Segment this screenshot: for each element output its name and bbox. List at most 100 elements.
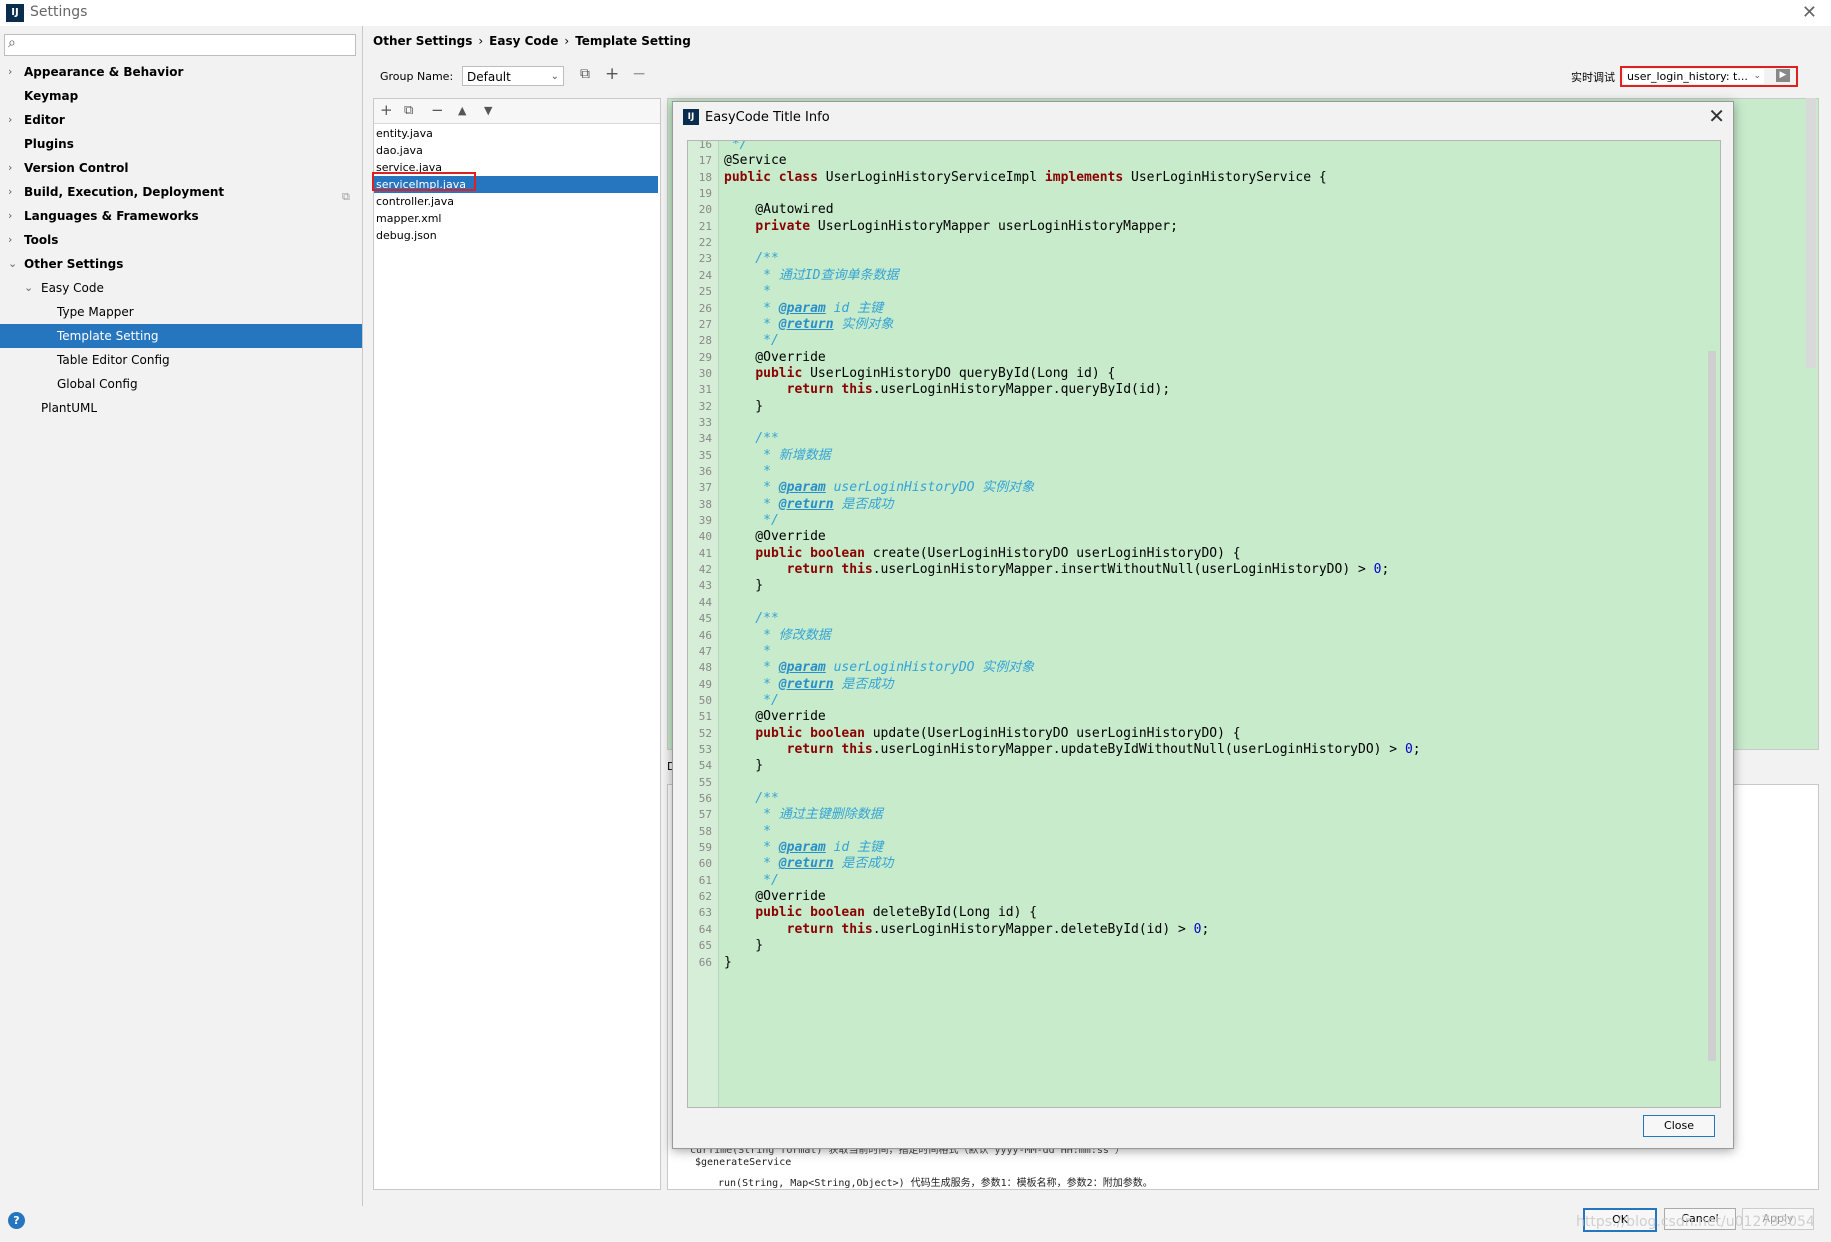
template-file-item[interactable]: controller.java (374, 193, 658, 210)
breadcrumb-separator: › (478, 34, 484, 48)
group-name-select[interactable]: Default ⌄ (462, 66, 564, 86)
chevron-down-icon: ⌄ (1753, 71, 1761, 81)
breadcrumb-other-settings[interactable]: Other Settings (373, 34, 472, 48)
sidebar-item[interactable]: PlantUML (0, 396, 362, 420)
sidebar-item-label: Build, Execution, Deployment (24, 185, 225, 199)
template-file-list: + ⧉ − ▲ ▼ entity.java dao.java service.jav… (373, 98, 661, 1190)
sidebar-item[interactable]: Table Editor Config (0, 348, 362, 372)
description-line: run(String, Map<String,Object>) 代码生成服务，参… (718, 1178, 1153, 1189)
sidebar-item[interactable]: Template Setting (0, 324, 362, 348)
add-template-icon[interactable]: + (380, 101, 393, 119)
group-name-label: Group Name: (380, 70, 454, 83)
code-line: return this.userLoginHistoryMapper.query… (786, 382, 1171, 398)
sidebar-item-label: Table Editor Config (57, 353, 170, 367)
search-icon: ⌕ (8, 35, 16, 51)
chevron-right-icon[interactable]: › (8, 60, 12, 84)
sidebar-item[interactable]: Global Config (0, 372, 362, 396)
code-line: return this.userLoginHistoryMapper.delet… (786, 921, 1210, 937)
code-line: } (724, 578, 764, 594)
editor-scrollbar[interactable] (1806, 98, 1816, 368)
sidebar-item[interactable]: Keymap (0, 84, 362, 108)
window-title-bar: IJ Settings ✕ (0, 0, 1831, 26)
chevron-right-icon[interactable]: › (8, 180, 12, 204)
description-line: $generateService (695, 1157, 792, 1168)
file-list-toolbar: + ⧉ − ▲ ▼ (374, 99, 660, 124)
chevron-down-icon[interactable]: ⌄ (24, 276, 33, 300)
dialog-title: EasyCode Title Info (705, 110, 830, 125)
sidebar-item-label: Version Control (24, 161, 129, 175)
add-group-icon[interactable]: + (605, 64, 619, 84)
sidebar-item-label: Appearance & Behavior (24, 65, 184, 79)
sidebar-item[interactable]: ⌄ Easy Code (0, 276, 362, 300)
chevron-right-icon[interactable]: › (8, 228, 12, 252)
sidebar-item[interactable]: › Appearance & Behavior (0, 60, 362, 84)
intellij-app-icon: IJ (6, 4, 24, 22)
easycode-title-info-dialog: IJ EasyCode Title Info ✕ 16 17 18 19 20 21 22 2… (672, 101, 1734, 1149)
settings-search-input[interactable]: ⌕ (4, 34, 356, 56)
template-file-item[interactable]: debug.json (374, 227, 658, 244)
copy-template-icon[interactable]: ⧉ (404, 103, 413, 118)
settings-sidebar: ⌕ › Appearance & Behavior Keymap › Editor Plu… (0, 26, 363, 1206)
sidebar-item[interactable]: › Build, Execution, Deployment (0, 180, 362, 204)
sidebar-item-label: Type Mapper (57, 305, 134, 319)
sidebar-item[interactable]: › Languages & Frameworks (0, 204, 362, 228)
sidebar-item[interactable]: Plugins (0, 132, 362, 156)
code-preview[interactable]: 16 17 18 19 20 21 22 23 24 25 26 27 28 29 30 31 32 33 34 35… (687, 140, 1721, 1108)
window-title: Settings (30, 4, 88, 20)
code-line: } (724, 954, 732, 970)
chevron-down-icon[interactable]: ⌄ (8, 252, 17, 276)
sidebar-item[interactable]: ⌄ Other Settings (0, 252, 362, 276)
sidebar-item-label: PlantUML (41, 401, 98, 415)
sidebar-item-label: Template Setting (57, 329, 159, 343)
code-line: public class UserLoginHistoryServiceImpl… (724, 169, 1327, 185)
project-level-icon: ⧉ (342, 190, 350, 203)
sidebar-item-label: Plugins (24, 137, 74, 151)
remove-template-icon[interactable]: − (431, 101, 444, 119)
watermark: https://blog.csdn.net/u012733054 (1576, 1214, 1815, 1230)
line-number: 66 (698, 955, 712, 969)
sidebar-item-label: Global Config (57, 377, 138, 391)
realtime-debug-value: user_login_history: t... (1627, 70, 1748, 83)
dialog-close-icon[interactable]: ✕ (1708, 104, 1725, 128)
template-file-item[interactable]: entity.java (374, 125, 658, 142)
group-name-value: Default (467, 70, 511, 84)
template-file-item[interactable]: dao.java (374, 142, 658, 159)
sidebar-item[interactable]: › Editor (0, 108, 362, 132)
sidebar-item-label: Other Settings (24, 257, 124, 271)
template-file-item[interactable]: mapper.xml (374, 210, 658, 227)
window-close-icon[interactable]: ✕ (1802, 2, 1817, 23)
move-up-icon[interactable]: ▲ (458, 104, 466, 117)
sidebar-item-label: Keymap (24, 89, 79, 103)
copy-group-icon[interactable]: ⧉ (580, 66, 590, 82)
chevron-right-icon[interactable]: › (8, 156, 12, 180)
realtime-debug-table-select[interactable]: user_login_history: t... ⌄ (1624, 69, 1764, 84)
breadcrumb-separator: › (564, 34, 570, 48)
remove-group-icon[interactable]: − (632, 64, 646, 84)
sidebar-item[interactable]: Type Mapper (0, 300, 362, 324)
realtime-debug-label: 实时调试 (1571, 71, 1615, 84)
run-debug-icon[interactable]: ▶ (1776, 69, 1790, 82)
code-line: return this.userLoginHistoryMapper.inser… (786, 562, 1390, 578)
code-line: private UserLoginHistoryMapper userLogin… (755, 218, 1178, 234)
sidebar-item-label: Languages & Frameworks (24, 209, 199, 223)
sidebar-item-label: Tools (24, 233, 59, 247)
breadcrumb-template-setting: Template Setting (575, 34, 691, 48)
chevron-down-icon: ⌄ (550, 71, 559, 82)
selected-file-highlight (372, 172, 476, 191)
code-scrollbar[interactable] (1708, 351, 1716, 1061)
code-line: } (724, 758, 764, 774)
sidebar-item[interactable]: › Version Control (0, 156, 362, 180)
intellij-app-icon: IJ (683, 109, 699, 125)
breadcrumb-easy-code[interactable]: Easy Code (489, 34, 558, 48)
chevron-right-icon[interactable]: › (8, 108, 12, 132)
help-icon[interactable]: ? (8, 1212, 25, 1229)
code-line: } (724, 398, 764, 414)
sidebar-item[interactable]: › Tools (0, 228, 362, 252)
breadcrumb: Other Settings › Easy Code › Template Settin… (373, 34, 691, 48)
dialog-close-button[interactable]: Close (1643, 1115, 1715, 1137)
sidebar-item-label: Easy Code (41, 281, 104, 295)
chevron-right-icon[interactable]: › (8, 204, 12, 228)
move-down-icon[interactable]: ▼ (484, 104, 492, 117)
line-number-gutter: 16 17 18 19 20 21 22 23 24 25 26 27 28 29 30 31 32 33 34 35… (688, 141, 719, 1107)
code-line: return this.userLoginHistoryMapper.updat… (786, 741, 1421, 757)
